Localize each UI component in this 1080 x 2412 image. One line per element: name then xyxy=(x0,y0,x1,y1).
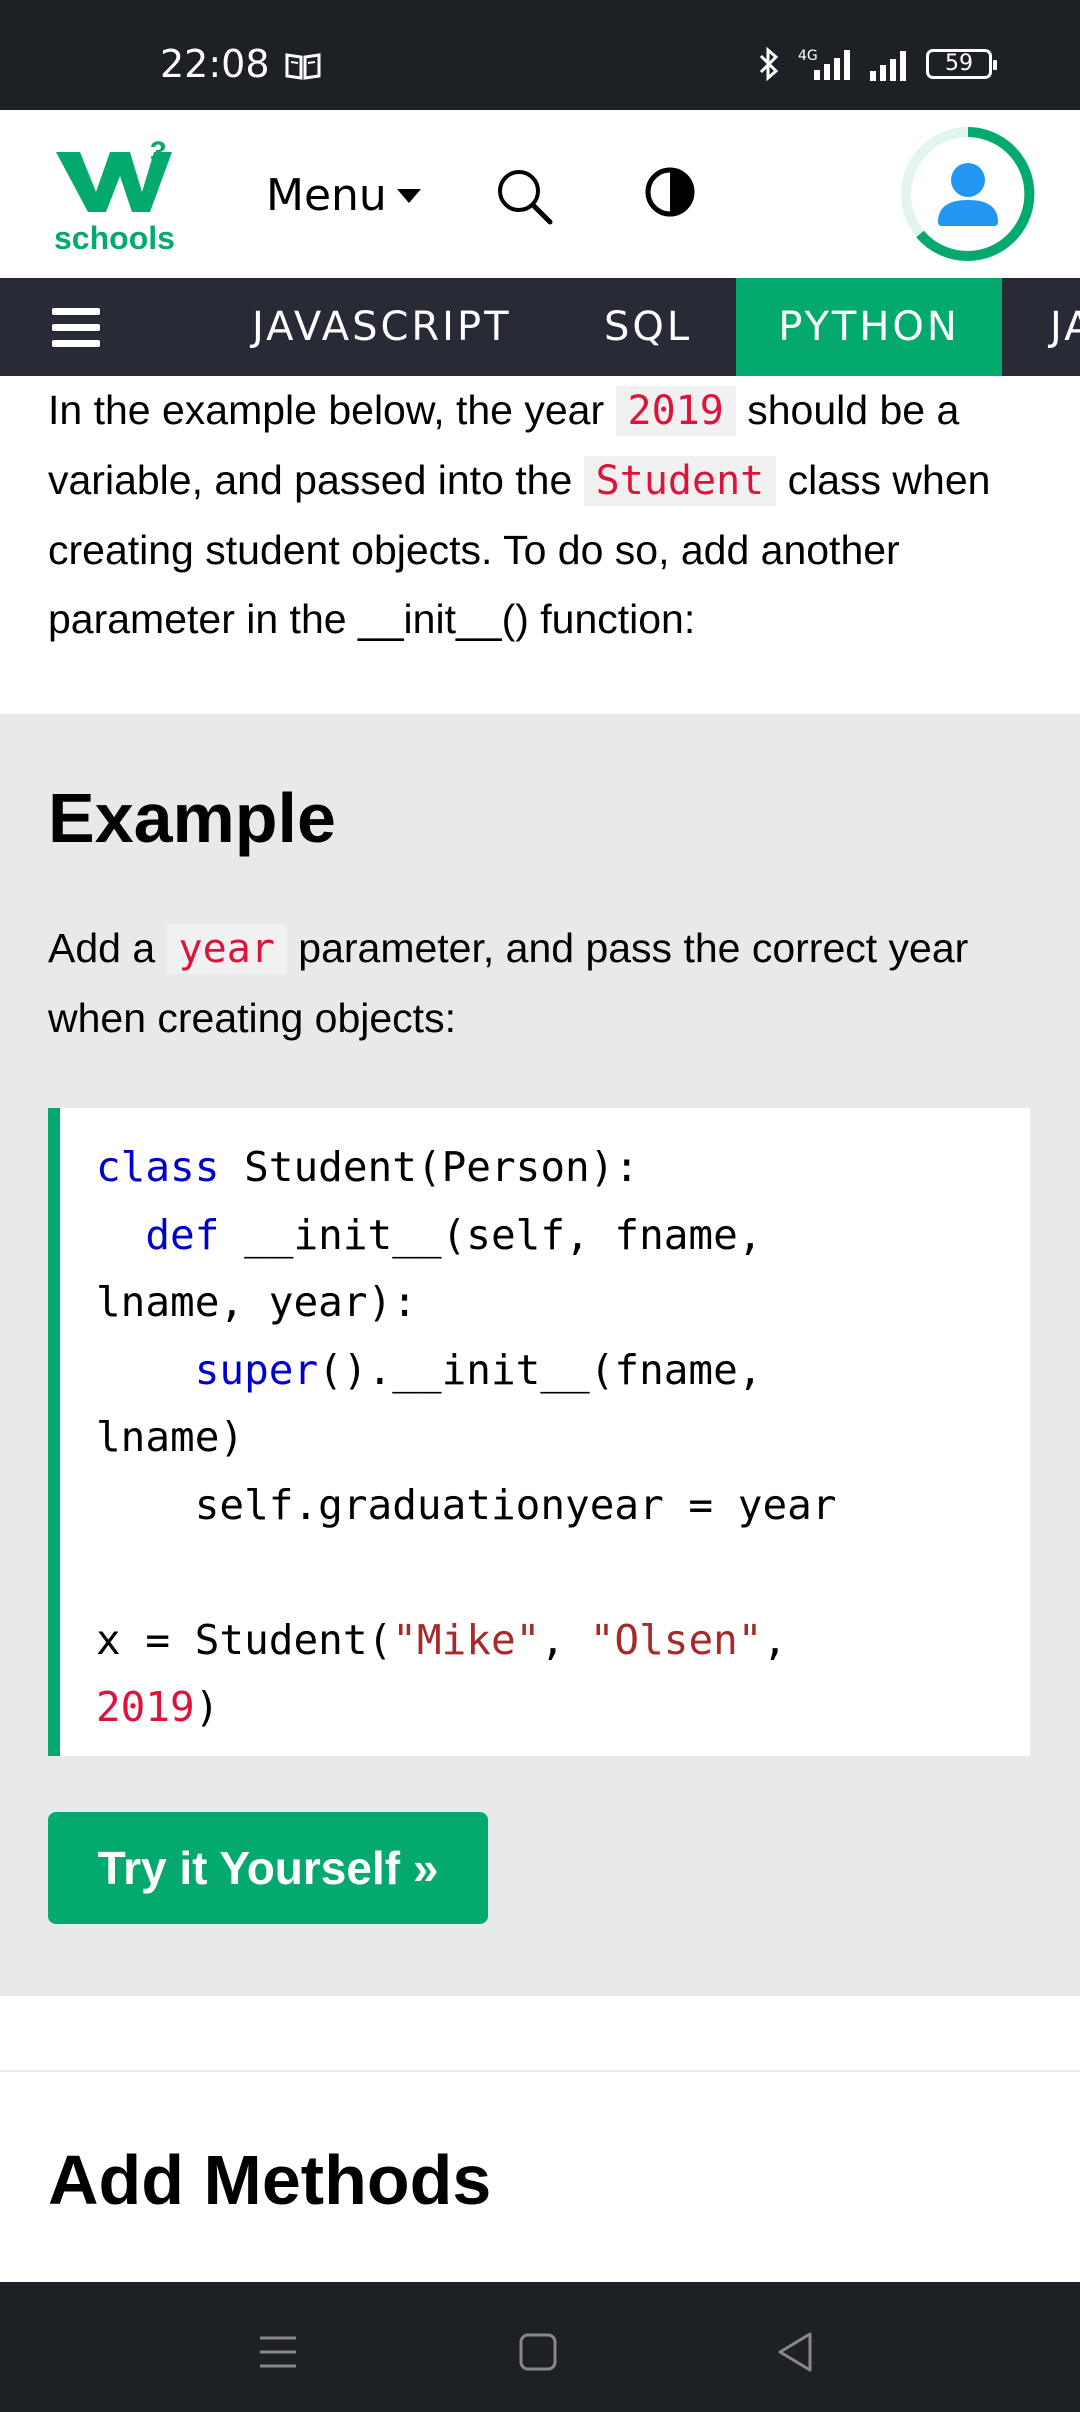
w3-logo-icon: 3 xyxy=(56,136,172,212)
search-icon[interactable] xyxy=(494,166,554,226)
bluetooth-icon xyxy=(759,47,779,81)
status-time: 22:08 xyxy=(160,42,270,86)
section-divider xyxy=(0,2070,1080,2072)
logo-superscript: 3 xyxy=(150,136,167,169)
example-title: Example xyxy=(48,779,336,857)
nav-item-python[interactable]: PYTHON xyxy=(736,278,1002,376)
menu-button[interactable]: Menu xyxy=(266,170,423,221)
status-indicators: 4G 59 xyxy=(758,46,997,82)
system-navigation-bar xyxy=(0,2282,1080,2412)
intro-paragraph: In the example below, the year 2019 shou… xyxy=(48,386,991,642)
back-icon[interactable] xyxy=(766,2322,826,2382)
section-title-add-methods: Add Methods xyxy=(48,2141,492,2219)
inline-code-year: year xyxy=(166,924,287,974)
nav-item-sql[interactable]: SQL xyxy=(604,278,692,376)
menu-label: Menu xyxy=(266,170,387,221)
code-example: class Student(Person): def __init__(self… xyxy=(48,1108,1030,1756)
w3schools-logo[interactable]: 3 schools xyxy=(50,132,180,262)
network-type-label: 4G xyxy=(798,48,818,64)
user-avatar-icon[interactable] xyxy=(900,126,1036,262)
signal-4g-icon: 4G xyxy=(798,48,850,80)
logo-text: schools xyxy=(54,220,175,256)
example-description: Add a year parameter, and pass the corre… xyxy=(48,924,969,1041)
code-block: class Student(Person): def __init__(self… xyxy=(96,1143,837,1731)
contrast-toggle-icon[interactable] xyxy=(644,166,696,218)
signal-icon xyxy=(870,51,906,81)
hamburger-menu-icon[interactable] xyxy=(52,308,100,348)
intro-section: In the example below, the year 2019 shou… xyxy=(0,376,1080,714)
status-bar: 22:08 4G 59 xyxy=(0,0,1080,110)
home-icon[interactable] xyxy=(508,2322,568,2382)
nav-item-javascript[interactable]: JAVASCRIPT xyxy=(252,278,512,376)
caret-down-icon xyxy=(396,188,421,203)
inline-code-2019: 2019 xyxy=(615,386,736,436)
inline-code-student: Student xyxy=(583,456,777,506)
topic-navbar: JAVASCRIPT SQL PYTHON JA xyxy=(0,278,1080,376)
try-it-yourself-button[interactable]: Try it Yourself » xyxy=(48,1812,488,1924)
site-header: 3 schools Menu xyxy=(0,110,1080,278)
battery-indicator: 59 xyxy=(926,49,997,79)
recent-apps-icon[interactable] xyxy=(248,2322,308,2382)
example-panel: Example Add a year parameter, and pass t… xyxy=(0,714,1080,1996)
book-icon xyxy=(285,53,321,80)
nav-item-java[interactable]: JA xyxy=(1050,278,1080,376)
